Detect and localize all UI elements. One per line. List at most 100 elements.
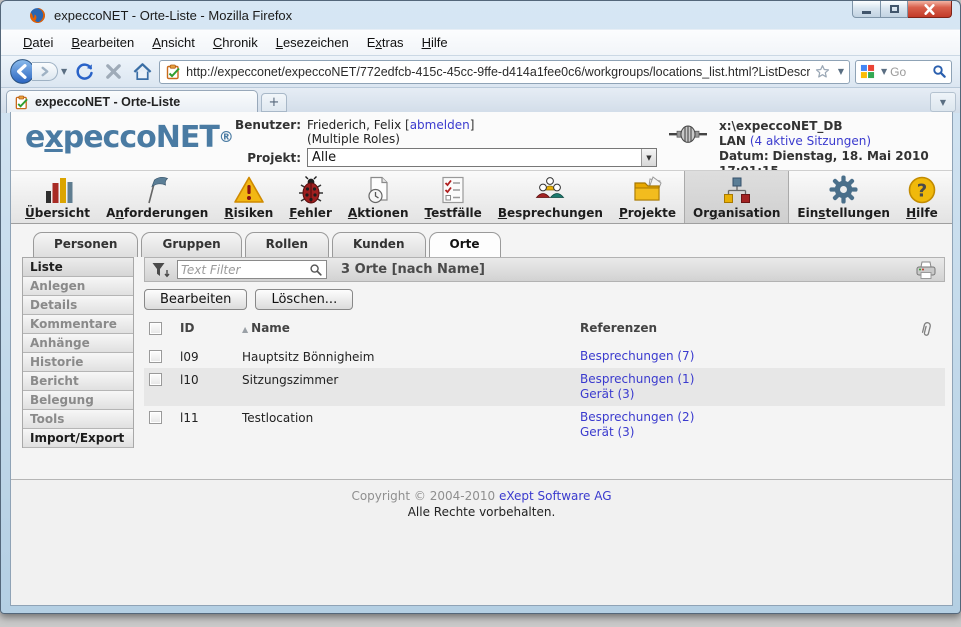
menu-datei[interactable]: Datei	[15, 32, 61, 53]
logo-text: expeccoNET	[25, 120, 219, 155]
text-filter-input[interactable]: Text Filter	[177, 260, 327, 279]
sidebar-item-historie[interactable]: Historie	[23, 353, 133, 372]
sidebar-item-details[interactable]: Details	[23, 296, 133, 315]
row-checkbox[interactable]	[149, 350, 162, 363]
user-name: Friederich, Felix [abmelden]	[307, 118, 474, 132]
browser-tab-active[interactable]: expeccoNET - Orte-Liste	[6, 90, 258, 113]
toolbar-item-uebersicht[interactable]: Übersicht	[17, 171, 98, 223]
stop-button[interactable]	[101, 60, 125, 84]
page-viewport: expeccoNET® Benutzer: Friederich, Felix …	[10, 112, 953, 606]
close-button[interactable]	[908, 1, 952, 18]
gear-icon	[828, 174, 859, 205]
svg-text:?: ?	[917, 180, 927, 201]
row-checkbox[interactable]	[149, 373, 162, 386]
table-row[interactable]: l11 Testlocation Besprechungen (2) Gerät…	[144, 406, 945, 444]
browser-window: expeccoNET - Orte-Liste - Mozilla Firefo…	[0, 0, 961, 614]
home-button[interactable]	[130, 60, 154, 84]
new-tab-button[interactable]: +	[261, 93, 287, 112]
search-engine-dropdown-icon[interactable]: ▼	[881, 67, 887, 76]
paperclip-icon	[919, 321, 933, 339]
menu-chronik[interactable]: Chronik	[205, 32, 266, 53]
user-block: Benutzer: Friederich, Felix [abmelden] (…	[219, 112, 657, 170]
sidebar-item-anhaenge[interactable]: Anhänge	[23, 334, 133, 353]
sidebar-item-liste[interactable]: Liste	[23, 258, 133, 277]
print-icon[interactable]	[914, 260, 938, 280]
search-magnifier-icon[interactable]	[932, 64, 947, 79]
toolbar-item-risiken[interactable]: Risiken	[216, 171, 281, 223]
list-all-tabs-button[interactable]: ▼	[930, 92, 956, 112]
menu-extras[interactable]: Extras	[359, 32, 412, 53]
toolbar-item-testfaelle[interactable]: Testfälle	[417, 171, 490, 223]
url-text[interactable]: http://expecconet/expeccoNET/772edfcb-41…	[186, 65, 810, 79]
column-header-id[interactable]: ID	[180, 321, 242, 335]
select-dropdown-icon[interactable]: ▼	[641, 149, 656, 166]
reference-link[interactable]: Besprechungen (7)	[580, 349, 919, 364]
menu-hilfe[interactable]: Hilfe	[414, 32, 456, 53]
toolbar-item-aktionen[interactable]: Aktionen	[340, 171, 417, 223]
reference-link[interactable]: Gerät (3)	[580, 387, 919, 402]
sidebar-item-bericht[interactable]: Bericht	[23, 372, 133, 391]
company-link[interactable]: eXept Software AG	[499, 489, 612, 503]
content-area: Liste Anlegen Details Kommentare Anhänge…	[11, 257, 952, 479]
url-input[interactable]: http://expecconet/expeccoNET/772edfcb-41…	[159, 60, 850, 84]
toolbar-item-anforderungen[interactable]: Anforderungen	[98, 171, 216, 223]
tab-kunden[interactable]: Kunden	[332, 232, 425, 257]
reference-link[interactable]: Besprechungen (1)	[580, 372, 919, 387]
table-row[interactable]: l10 Sitzungszimmer Besprechungen (1) Ger…	[144, 368, 945, 406]
db-path: x:\expeccoNET_DB	[719, 119, 843, 133]
toolbar-item-organisation[interactable]: Organisation	[684, 171, 789, 223]
checklist-icon	[437, 174, 469, 205]
titlebar[interactable]: expeccoNET - Orte-Liste - Mozilla Firefo…	[1, 1, 960, 29]
toolbar-item-fehler[interactable]: Fehler	[281, 171, 340, 223]
menu-ansicht[interactable]: Ansicht	[144, 32, 203, 53]
tab-personen[interactable]: Personen	[33, 232, 138, 257]
search-input[interactable]: ▼ Go	[855, 60, 952, 84]
reference-link[interactable]: Besprechungen (2)	[580, 410, 919, 425]
toolbar-item-hilfe[interactable]: ? Hilfe	[898, 171, 946, 223]
table-row[interactable]: l09 Hauptsitz Bönnigheim Besprechungen (…	[144, 345, 945, 368]
tab-rollen[interactable]: Rollen	[245, 232, 329, 257]
toolbar-item-besprechungen[interactable]: Besprechungen	[490, 171, 611, 223]
menu-bearbeiten[interactable]: Bearbeiten	[63, 32, 142, 53]
bookmark-star-icon[interactable]	[815, 64, 830, 79]
filter-magnifier-icon[interactable]	[309, 263, 323, 277]
sidebar-item-belegung[interactable]: Belegung	[23, 391, 133, 410]
copyright-text: Copyright © 2004-2010	[351, 489, 495, 503]
history-dropdown-icon[interactable]: ▼	[61, 67, 67, 76]
org-chart-icon	[721, 174, 753, 205]
tab-orte[interactable]: Orte	[429, 232, 501, 257]
edit-button[interactable]: Bearbeiten	[144, 289, 247, 310]
sidebar-item-kommentare[interactable]: Kommentare	[23, 315, 133, 334]
user-label: Benutzer:	[219, 118, 301, 132]
minimize-button[interactable]	[852, 1, 881, 18]
toolbar-item-einstellungen[interactable]: Einstellungen	[789, 171, 898, 223]
reference-link[interactable]: Gerät (3)	[580, 425, 919, 440]
main-panel: Text Filter 3 Orte [nach Name]	[144, 257, 945, 479]
forward-button[interactable]	[32, 62, 58, 81]
sidebar-item-import-export[interactable]: Import/Export	[23, 429, 133, 448]
url-dropdown-icon[interactable]: ▼	[838, 67, 844, 76]
sidebar-item-tools[interactable]: Tools	[23, 410, 133, 429]
menu-lesezeichen[interactable]: Lesezeichen	[268, 32, 357, 53]
reload-button[interactable]	[72, 60, 96, 84]
column-header-name[interactable]: ▲Name	[242, 321, 580, 335]
lan-sessions: (4 aktive Sitzungen)	[750, 134, 871, 148]
connector-icon	[668, 124, 708, 144]
tab-gruppen[interactable]: Gruppen	[141, 232, 241, 257]
delete-button[interactable]: Löschen...	[255, 289, 353, 310]
sidebar-item-anlegen[interactable]: Anlegen	[23, 277, 133, 296]
row-checkbox[interactable]	[149, 411, 162, 424]
rights-text: Alle Rechte vorbehalten.	[11, 505, 952, 519]
stop-icon	[104, 62, 123, 81]
help-icon: ?	[906, 174, 938, 205]
column-header-referenzen[interactable]: Referenzen	[580, 321, 919, 335]
filter-bar: Text Filter 3 Orte [nach Name]	[144, 257, 945, 282]
maximize-button[interactable]	[881, 1, 908, 18]
select-all-checkbox[interactable]	[149, 322, 162, 335]
sidebar: Liste Anlegen Details Kommentare Anhänge…	[22, 257, 134, 448]
project-select[interactable]: Alle ▼	[307, 148, 657, 167]
toolbar-item-projekte[interactable]: Projekte	[611, 171, 684, 223]
text-filter-placeholder: Text Filter	[181, 263, 309, 277]
logout-link[interactable]: abmelden	[410, 118, 470, 132]
filter-funnel-icon[interactable]	[151, 261, 171, 279]
